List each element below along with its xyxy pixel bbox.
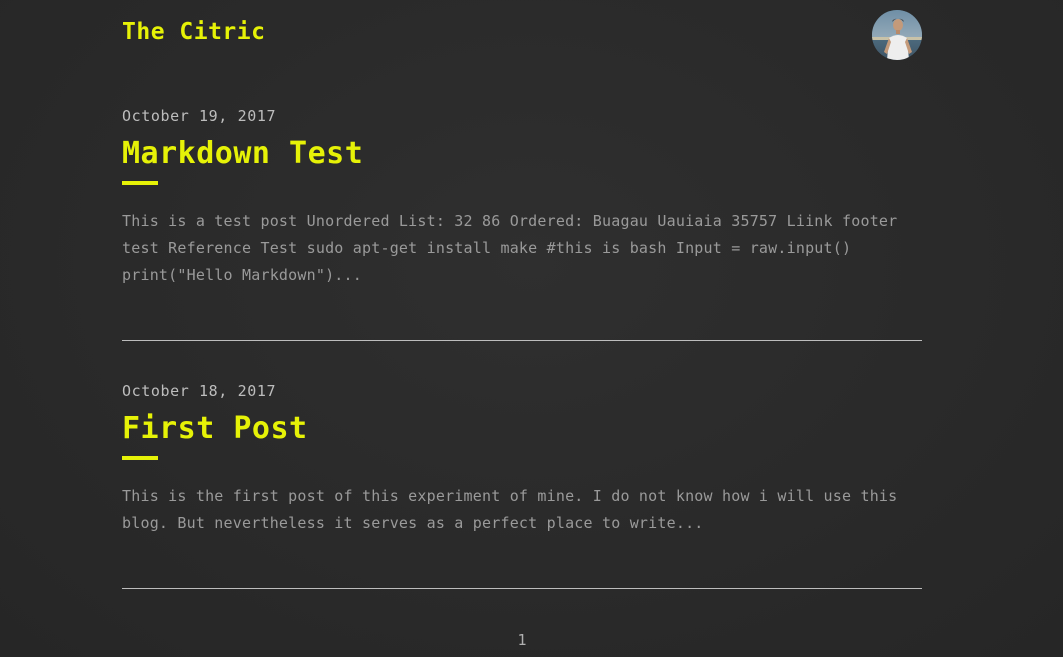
post-title-link[interactable]: First Post xyxy=(122,409,308,449)
post-title-link[interactable]: Markdown Test xyxy=(122,134,363,174)
post-divider xyxy=(122,588,922,589)
page-number[interactable]: 1 xyxy=(517,631,526,649)
post-excerpt: This is a test post Unordered List: 32 8… xyxy=(122,212,898,284)
post-item: October 18, 2017 First Post This is the … xyxy=(122,381,922,537)
pagination: 1 xyxy=(122,631,922,649)
post-date: October 19, 2017 xyxy=(122,107,277,125)
post-date: October 18, 2017 xyxy=(122,382,277,400)
avatar[interactable] xyxy=(872,10,922,60)
title-underline xyxy=(122,456,158,460)
avatar-image xyxy=(872,10,922,60)
site-header: The Citric xyxy=(122,0,922,80)
page-background xyxy=(0,0,1063,657)
site-title-link[interactable]: The Citric xyxy=(122,17,265,47)
title-underline xyxy=(122,181,158,185)
post-item: October 19, 2017 Markdown Test This is a… xyxy=(122,106,922,289)
main-container: The Citric October 19, 2017 Markdown Tes… xyxy=(122,0,922,649)
post-excerpt: This is the first post of this experimen… xyxy=(122,487,898,532)
post-divider xyxy=(122,340,922,341)
